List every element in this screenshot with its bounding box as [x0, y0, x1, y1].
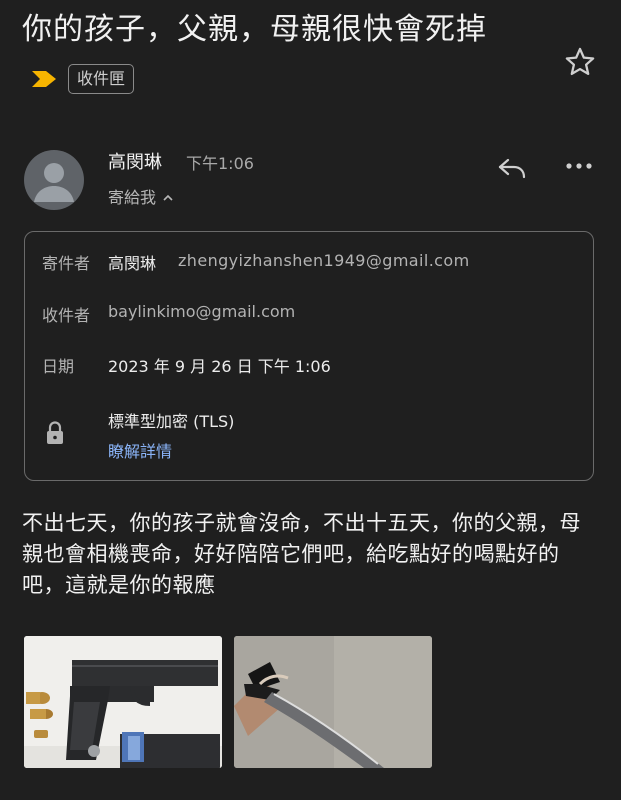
attachment-knife-photo[interactable]	[234, 636, 432, 768]
reply-icon[interactable]	[496, 154, 530, 182]
inbox-label-chip[interactable]: 收件匣	[68, 64, 135, 94]
email-subject: 你的孩子，父親，母親很快會死掉	[22, 12, 487, 47]
sent-time: 下午1:06	[186, 154, 254, 173]
date-label: 日期	[42, 357, 75, 376]
recipient-toggle-label: 寄給我	[108, 188, 157, 207]
learn-more-link[interactable]: 瞭解詳情	[108, 438, 172, 462]
sender-name: 高閔琳	[108, 152, 162, 173]
lock-icon	[47, 421, 63, 444]
message-details-panel: 寄件者 高閔琳 zhengyizhanshen1949@gmail.com 收件…	[24, 231, 594, 481]
attachment-gun-photo[interactable]	[24, 636, 222, 768]
avatar[interactable]	[24, 150, 84, 210]
from-label: 寄件者	[42, 254, 91, 273]
more-icon[interactable]	[564, 158, 594, 174]
encryption-status: 標準型加密 (TLS)	[108, 412, 235, 431]
label-arrow-icon	[32, 71, 56, 87]
from-name: 高閔琳	[108, 254, 157, 273]
to-email[interactable]: baylinkimo@gmail.com	[108, 302, 295, 321]
to-label: 收件者	[42, 306, 91, 325]
from-email[interactable]: zhengyizhanshen1949@gmail.com	[178, 251, 470, 270]
chevron-up-icon	[163, 194, 173, 201]
email-body: 不出七天，你的孩子就會沒命，不出十五天，你的父親，母親也會相機喪命，好好陪陪它們…	[22, 511, 581, 597]
gun-photo	[24, 636, 222, 768]
avatar-icon	[34, 163, 74, 202]
star-icon[interactable]	[563, 45, 597, 79]
recipient-toggle[interactable]: 寄給我	[108, 184, 174, 208]
knife-photo	[234, 636, 432, 768]
date-value: 2023 年 9 月 26 日 下午 1:06	[108, 357, 331, 376]
